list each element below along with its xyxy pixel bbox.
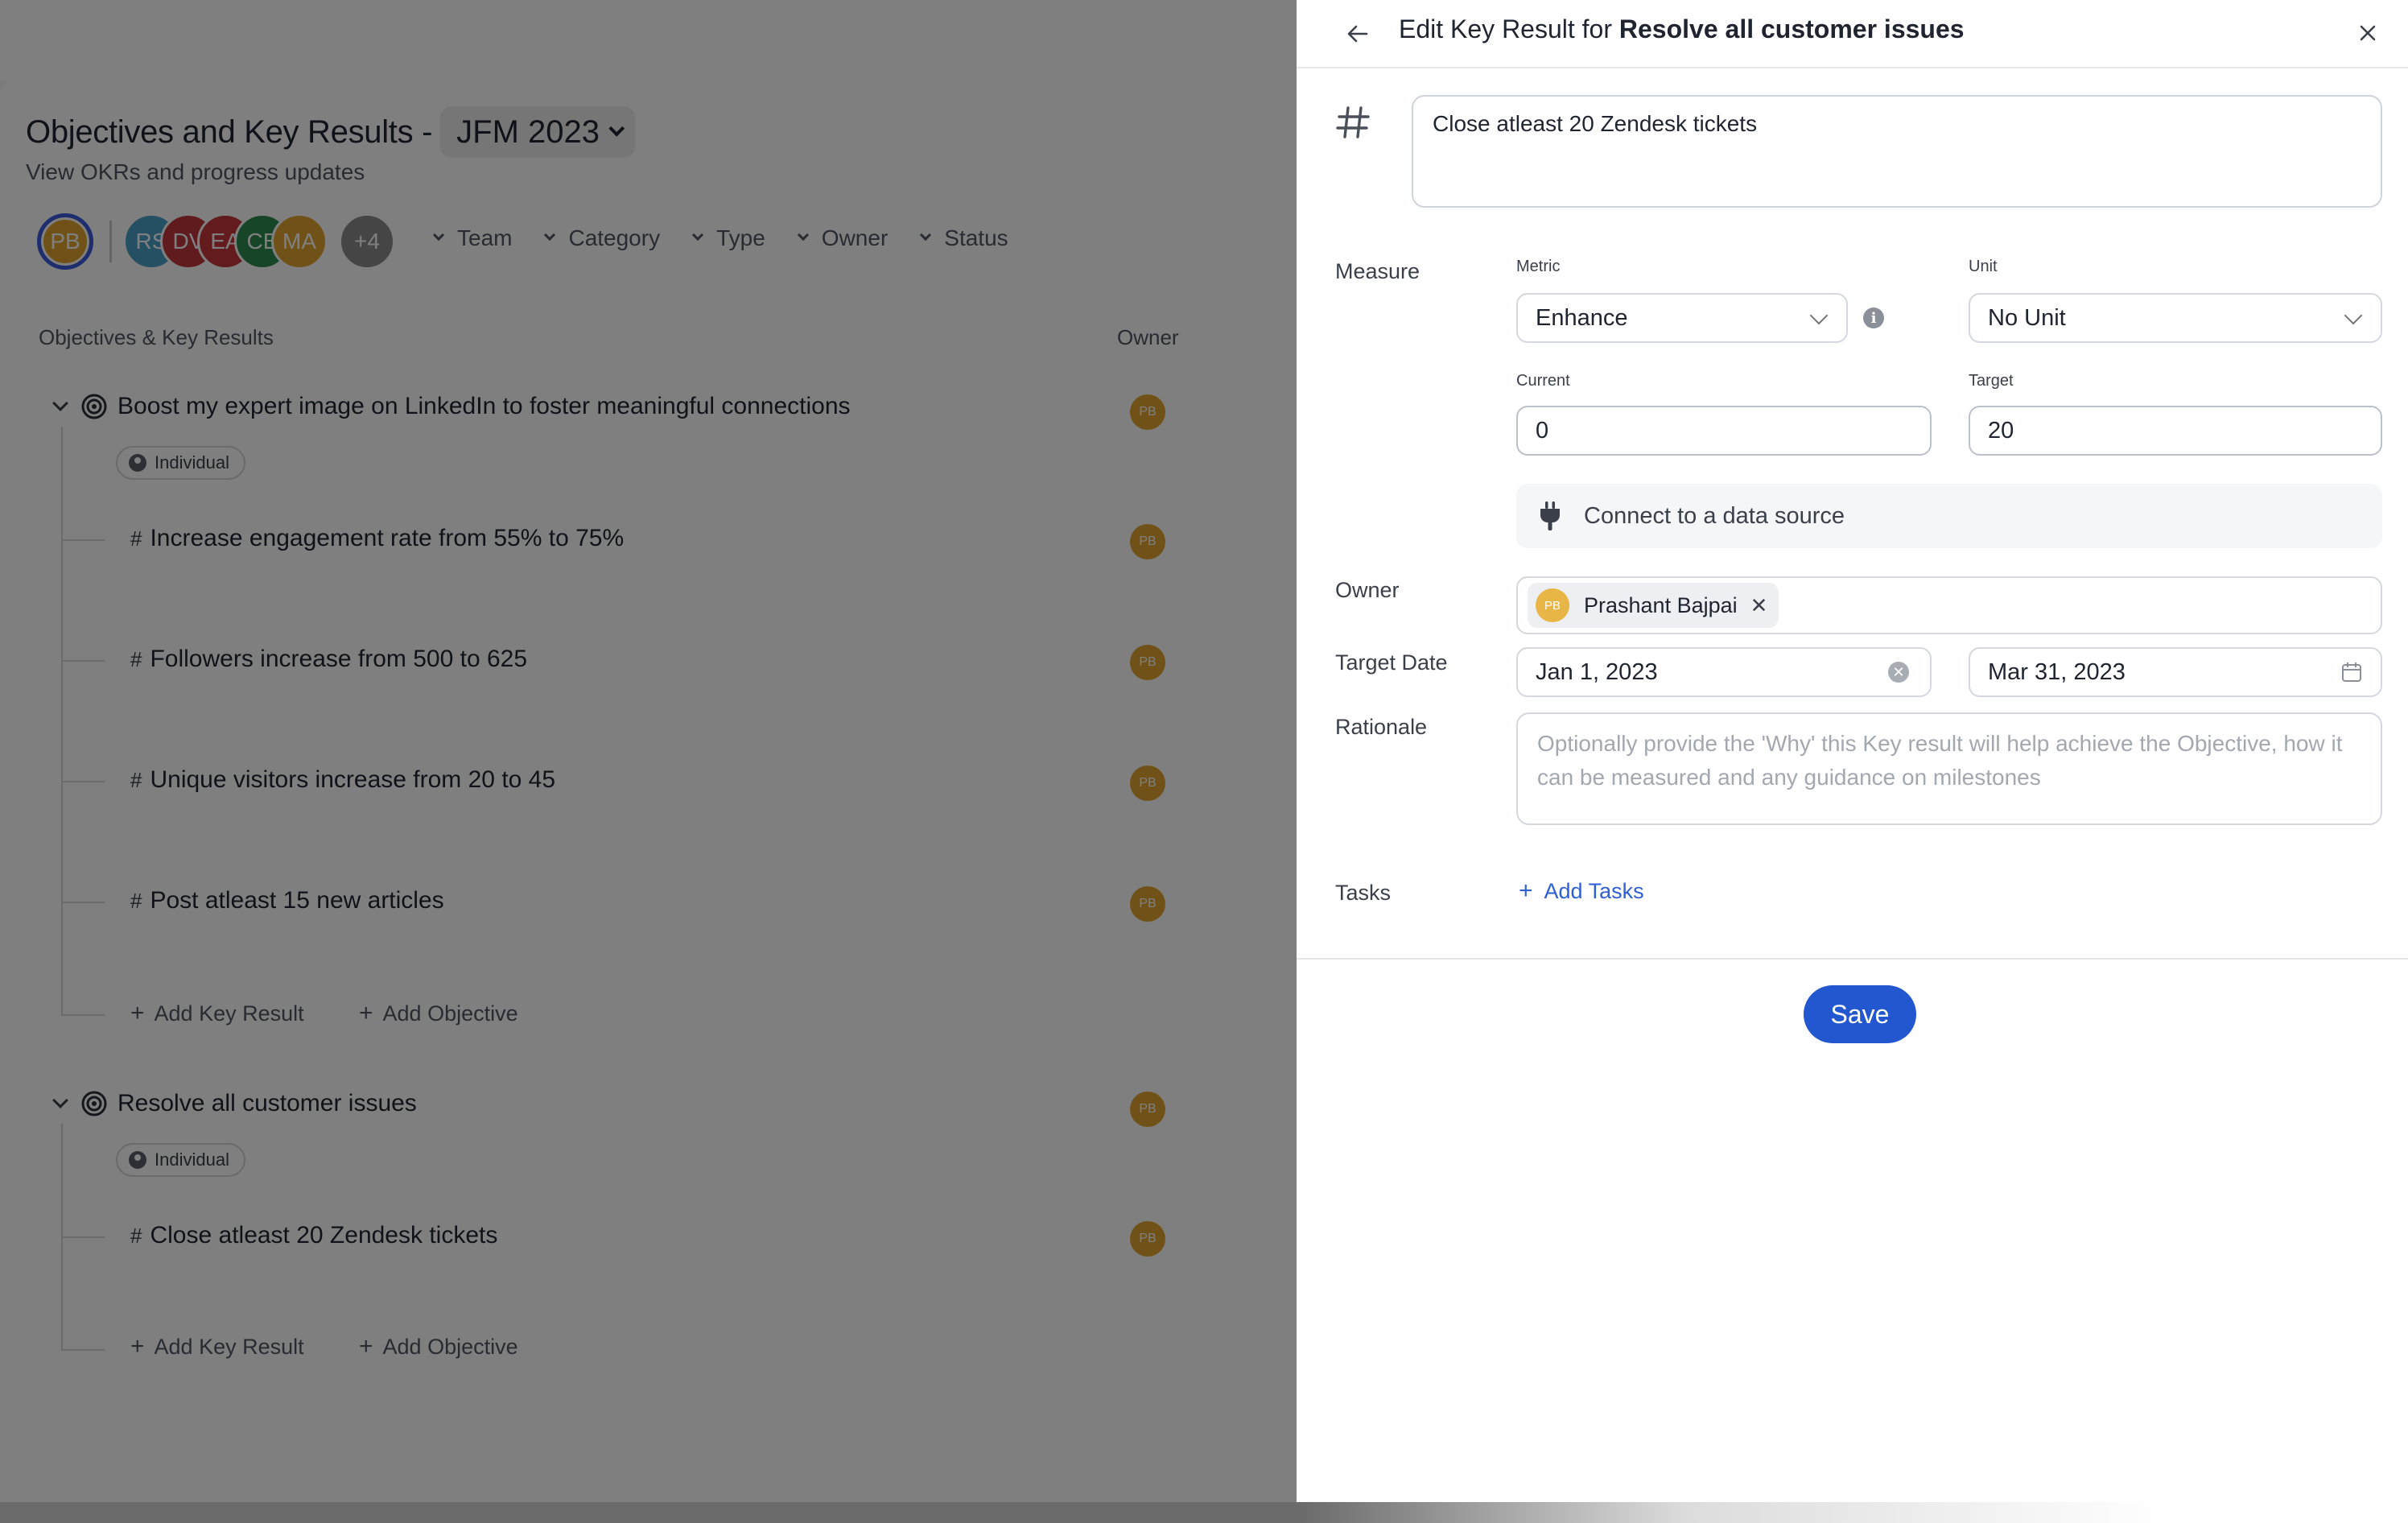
edit-key-result-drawer: Edit Key Result for Resolve all customer… [1297, 0, 2408, 1523]
bottom-shadow-bar [0, 1502, 2408, 1523]
connect-data-source-label: Connect to a data source [1584, 502, 1845, 529]
modal-overlay[interactable] [0, 0, 1297, 1523]
target-value-input[interactable] [1969, 406, 2382, 456]
chevron-down-icon [2344, 306, 2363, 325]
drawer-title: Edit Key Result for Resolve all customer… [1399, 13, 1965, 45]
plug-icon [1540, 501, 1560, 530]
current-label: Current [1516, 372, 1570, 390]
measure-label: Measure [1335, 259, 1420, 283]
target-label: Target [1969, 372, 2014, 390]
owner-picker[interactable]: PB Prashant Bajpai ✕ [1516, 576, 2382, 634]
current-value-input[interactable] [1516, 406, 1932, 456]
clear-date-icon[interactable]: ✕ [1888, 662, 1909, 683]
unit-select[interactable]: No Unit [1969, 293, 2382, 343]
calendar-icon[interactable] [2341, 662, 2362, 683]
info-icon[interactable]: i [1863, 307, 1884, 328]
unit-select-value: No Unit [1988, 304, 2066, 331]
arrow-left-icon [1347, 25, 1368, 43]
add-tasks-label: Add Tasks [1544, 878, 1644, 903]
end-date-input[interactable] [1969, 647, 2382, 697]
start-date-input[interactable] [1516, 647, 1932, 697]
owner-chip-avatar: PB [1536, 588, 1569, 622]
drawer-title-prefix: Edit Key Result for [1399, 14, 1612, 43]
plus-icon: + [1519, 877, 1533, 904]
unit-label: Unit [1969, 258, 1998, 275]
hash-icon [1336, 106, 1370, 138]
owner-label: Owner [1335, 578, 1400, 602]
owner-chip-name: Prashant Bajpai [1584, 592, 1738, 617]
close-icon [2360, 25, 2376, 41]
connect-data-source-button[interactable]: Connect to a data source [1516, 484, 2382, 548]
rationale-input[interactable] [1516, 712, 2382, 825]
drawer-title-objective: Resolve all customer issues [1618, 14, 1965, 43]
close-button[interactable] [2348, 13, 2388, 53]
metric-label: Metric [1516, 258, 1561, 275]
key-result-text-input[interactable]: Close atleast 20 Zendesk tickets [1412, 95, 2382, 208]
metric-select[interactable]: Enhance [1516, 293, 1848, 343]
owner-chip: PB Prashant Bajpai ✕ [1528, 583, 1779, 628]
drawer-divider [1297, 958, 2408, 960]
save-button[interactable]: Save [1804, 985, 1916, 1043]
back-button[interactable] [1340, 16, 1375, 52]
metric-select-value: Enhance [1536, 304, 1628, 331]
okr-page: Objectives and Key Results - JFM 2023 Vi… [0, 0, 1297, 1523]
remove-owner-icon[interactable]: ✕ [1750, 593, 1768, 618]
rationale-label: Rationale [1335, 715, 1428, 739]
target-date-label: Target Date [1335, 650, 1448, 675]
tasks-label: Tasks [1335, 881, 1392, 905]
drawer-header: Edit Key Result for Resolve all customer… [1297, 0, 2408, 68]
add-tasks-button[interactable]: + Add Tasks [1519, 877, 1644, 905]
chevron-down-icon [1809, 306, 1829, 325]
